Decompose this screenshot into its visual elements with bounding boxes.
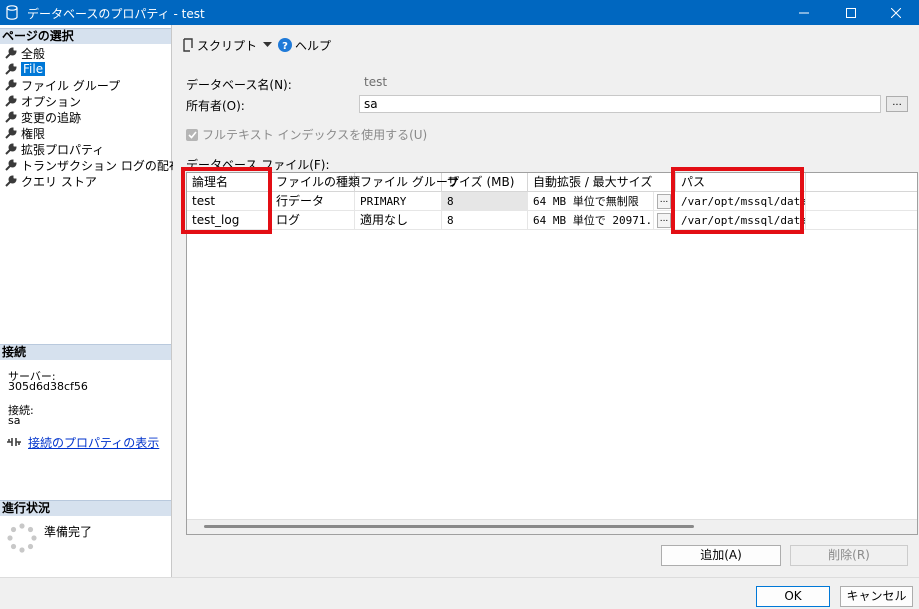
close-icon bbox=[891, 7, 901, 18]
toolbar: スクリプト ? ヘルプ bbox=[181, 37, 331, 53]
svg-text:?: ? bbox=[282, 41, 288, 52]
horizontal-scrollbar[interactable] bbox=[187, 519, 917, 534]
page-item-filegroups[interactable]: ファイル グループ bbox=[4, 77, 120, 93]
page-item-change-tracking[interactable]: 変更の追跡 bbox=[4, 109, 81, 125]
col-file-type[interactable]: ファイルの種類 bbox=[271, 173, 360, 192]
col-autogrowth[interactable]: 自動拡張 / 最大サイズ bbox=[528, 173, 676, 192]
title-bar: データベースのプロパティ - test bbox=[0, 0, 919, 25]
autogrowth-browse-button[interactable]: ... bbox=[657, 213, 671, 228]
wrench-icon bbox=[5, 94, 17, 107]
page-item-label: トランザクション ログの配布 bbox=[21, 158, 181, 173]
page-item-label: 全般 bbox=[21, 46, 46, 61]
left-pane: ページの選択 全般 File ファイル グループ オプション 変更の追跡 権限 … bbox=[0, 25, 181, 577]
wrench-icon bbox=[5, 126, 17, 139]
cell-size[interactable]: 8 bbox=[442, 211, 528, 230]
progress-status: 準備完了 bbox=[44, 525, 93, 539]
maximize-icon bbox=[846, 7, 856, 18]
connection-value: sa bbox=[8, 414, 21, 427]
page-item-label: File bbox=[21, 62, 46, 76]
owner-label: 所有者(O): bbox=[186, 99, 245, 113]
page-item-general[interactable]: 全般 bbox=[4, 45, 45, 61]
page-item-label: オプション bbox=[21, 94, 82, 109]
db-name-label: データベース名(N): bbox=[186, 78, 292, 92]
page-item-label: 拡張プロパティ bbox=[21, 142, 105, 157]
table-row[interactable]: test 行データ PRIMARY 8 64 MB 単位で無制限 ... /va… bbox=[187, 192, 917, 211]
help-icon: ? bbox=[278, 38, 293, 52]
highlight-path bbox=[671, 167, 804, 234]
cell-file-type[interactable]: ログ bbox=[271, 211, 355, 230]
window-title: データベースのプロパティ - test bbox=[27, 7, 205, 21]
database-icon bbox=[6, 5, 18, 20]
ok-button[interactable]: OK bbox=[756, 586, 830, 607]
wrench-icon bbox=[5, 142, 17, 155]
view-connection-properties-link[interactable]: 接続のプロパティの表示 bbox=[28, 434, 159, 451]
server-value: 305d6d38cf56 bbox=[8, 380, 88, 393]
maximize-button[interactable] bbox=[828, 0, 874, 25]
page-item-log-shipping[interactable]: トランザクション ログの配布 bbox=[4, 157, 181, 173]
col-filegroup[interactable]: ファイル グループ bbox=[355, 173, 459, 192]
checkbox-icon bbox=[186, 128, 198, 141]
owner-field[interactable]: sa bbox=[359, 95, 881, 113]
wrench-icon bbox=[5, 158, 17, 171]
wrench-icon bbox=[5, 62, 17, 75]
fulltext-label: フルテキスト インデックスを使用する(U) bbox=[202, 128, 428, 142]
minimize-icon bbox=[799, 12, 809, 13]
fulltext-checkbox[interactable]: フルテキスト インデックスを使用する(U) bbox=[186, 126, 427, 143]
col-size[interactable]: サイズ (MB) bbox=[442, 173, 528, 192]
cell-filegroup[interactable]: 適用なし bbox=[355, 211, 442, 230]
minimize-button[interactable] bbox=[781, 0, 827, 25]
cell-filegroup[interactable]: PRIMARY bbox=[355, 192, 442, 211]
grid-header: 論理名 ファイルの種類 ファイル グループ サイズ (MB) 自動拡張 / 最大… bbox=[187, 173, 917, 192]
db-name-field: test bbox=[359, 73, 881, 91]
wrench-icon bbox=[5, 78, 17, 91]
script-icon bbox=[183, 38, 193, 52]
remove-button[interactable]: 削除(R) bbox=[790, 545, 908, 566]
highlight-logical-name bbox=[181, 167, 272, 234]
page-item-label: クエリ ストア bbox=[21, 174, 97, 189]
page-item-label: 権限 bbox=[21, 126, 46, 141]
wrench-icon bbox=[5, 174, 17, 187]
page-item-extended-properties[interactable]: 拡張プロパティ bbox=[4, 141, 104, 157]
main-panel: スクリプト ? ヘルプ データベース名(N): test 所有者(O): sa … bbox=[173, 25, 919, 577]
scrollbar-thumb[interactable] bbox=[204, 525, 694, 528]
owner-browse-button[interactable]: ... bbox=[886, 96, 908, 112]
cell-autogrowth: 64 MB 単位で無制限 bbox=[528, 192, 654, 211]
script-button[interactable]: スクリプト bbox=[197, 37, 257, 54]
dialog-footer: OK キャンセル bbox=[0, 577, 919, 609]
page-item-query-store[interactable]: クエリ ストア bbox=[4, 173, 97, 189]
cell-size[interactable]: 8 bbox=[442, 192, 528, 211]
close-button[interactable] bbox=[873, 0, 919, 25]
progress-header: 進行状況 bbox=[0, 500, 171, 516]
db-files-grid[interactable]: 論理名 ファイルの種類 ファイル グループ サイズ (MB) 自動拡張 / 最大… bbox=[181, 167, 918, 535]
cell-autogrowth: 64 MB 単位で 20971... bbox=[528, 211, 654, 230]
connection-icon bbox=[7, 438, 21, 446]
spinner-icon bbox=[7, 523, 37, 553]
page-item-options[interactable]: オプション bbox=[4, 93, 81, 109]
wrench-icon bbox=[5, 110, 17, 123]
page-item-file[interactable]: File bbox=[4, 61, 46, 77]
wrench-icon bbox=[5, 46, 17, 59]
connection-header: 接続 bbox=[0, 344, 171, 360]
cancel-button[interactable]: キャンセル bbox=[840, 586, 913, 607]
page-item-permissions[interactable]: 権限 bbox=[4, 125, 45, 141]
page-item-label: 変更の追跡 bbox=[21, 110, 82, 125]
page-select-header: ページの選択 bbox=[0, 28, 171, 44]
help-button[interactable]: ヘルプ bbox=[295, 37, 331, 54]
cell-file-type[interactable]: 行データ bbox=[271, 192, 355, 211]
page-item-label: ファイル グループ bbox=[21, 78, 121, 93]
autogrowth-browse-button[interactable]: ... bbox=[657, 194, 671, 209]
add-button[interactable]: 追加(A) bbox=[661, 545, 781, 566]
table-row[interactable]: test_log ログ 適用なし 8 64 MB 単位で 20971... ..… bbox=[187, 211, 917, 230]
chevron-down-icon[interactable] bbox=[263, 42, 273, 48]
